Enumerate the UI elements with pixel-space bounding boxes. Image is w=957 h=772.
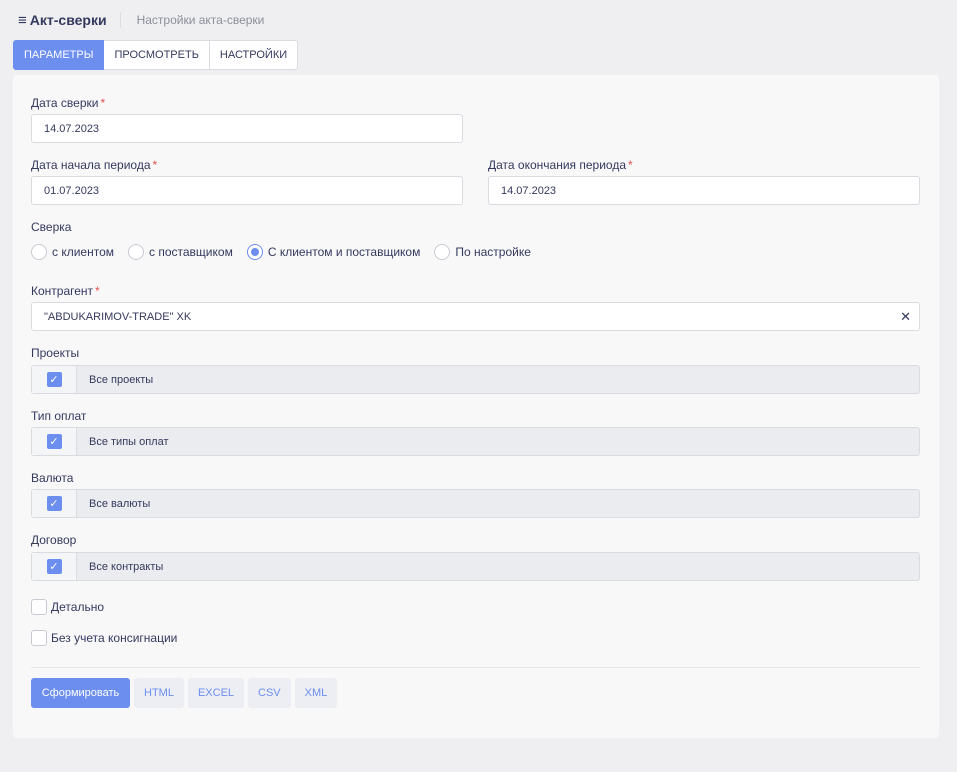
counterparty-select[interactable]: "ABDUKARIMOV-TRADE" XK ✕ [31,302,920,331]
detailed-label: Детально [51,600,104,614]
currency-text: Все валюты [89,497,151,510]
radio-circle-selected [246,244,263,260]
contract-label: Договор [31,533,77,547]
radio-label: с клиентом [52,245,115,259]
payment-types-checkbox[interactable]: ✓ [32,428,77,455]
page-header: ≡ Акт-сверки Настройки акта-сверки [18,10,264,30]
form-divider [31,667,920,668]
period-start-label: Дата начала периода * [31,158,157,172]
tab-bar: ПАРАМЕТРЫ ПРОСМОТРЕТЬ НАСТРОЙКИ [13,40,299,70]
xml-button[interactable]: XML [294,678,338,708]
reconcile-date-value: 14.07.2023 [44,122,100,135]
csv-button[interactable]: CSV [248,678,291,708]
period-end-input[interactable]: 14.07.2023 [488,176,920,205]
page-subtitle: Настройки акта-сверки [136,13,265,27]
period-start-value: 01.07.2023 [44,184,100,197]
tab-parameters[interactable]: ПАРАМЕТРЫ [13,40,105,70]
radio-circle [128,244,145,260]
period-end-label-text: Дата окончания периода [488,158,626,172]
page-title: Акт-сверки [29,12,107,28]
payment-types-label: Тип оплат [31,409,87,423]
radio-client-and-supplier[interactable]: С клиентом и поставщиком [246,244,421,260]
tab-preview[interactable]: ПРОСМОТРЕТЬ [104,40,210,70]
payment-types-text: Все типы оплат [89,435,169,448]
currency-group: ✓ Все валюты [31,489,920,518]
counterparty-label-text: Контрагент [31,284,94,298]
checkmark-icon: ✓ [46,434,62,449]
reconcile-date-label: Дата сверки * [31,96,105,110]
currency-checkbox[interactable]: ✓ [32,490,77,517]
period-start-input[interactable]: 01.07.2023 [31,176,463,205]
checkbox-box [31,599,47,615]
required-mark: * [100,96,106,110]
checkmark-icon: ✓ [46,372,62,387]
radio-circle [31,244,47,260]
reconcile-type-radio-group: с клиентом с поставщиком С клиентом и по… [31,244,545,260]
checkmark-icon: ✓ [46,496,62,511]
no-consignment-checkbox[interactable]: Без учета консигнации [31,630,177,646]
projects-group: ✓ Все проекты [31,365,920,394]
excel-button[interactable]: EXCEL [187,678,245,708]
reconcile-date-input[interactable]: 14.07.2023 [31,114,463,143]
projects-checkbox[interactable]: ✓ [32,366,77,393]
currency-label: Валюта [31,471,74,485]
required-mark: * [152,158,158,172]
contract-checkbox[interactable]: ✓ [32,553,77,580]
projects-text: Все проекты [89,373,154,386]
radio-label: По настройке [455,245,531,259]
period-end-value: 14.07.2023 [501,184,557,197]
period-end-label: Дата окончания периода * [488,158,633,172]
reconcile-type-label: Сверка [31,220,72,234]
contract-text: Все контракты [89,560,164,573]
tab-settings[interactable]: НАСТРОЙКИ [209,40,299,70]
payment-types-group: ✓ Все типы оплат [31,427,920,456]
radio-circle [434,244,451,260]
radio-with-client[interactable]: с клиентом [31,244,114,260]
hamburger-icon[interactable]: ≡ [18,13,27,28]
form-card: Дата сверки * 14.07.2023 Дата начала пери… [13,75,939,738]
projects-label: Проекты [31,346,80,360]
detailed-checkbox[interactable]: Детально [31,599,104,615]
action-buttons: Сформировать HTML EXCEL CSV XML [31,678,341,708]
header-divider [119,12,121,28]
counterparty-label: Контрагент * [31,284,100,298]
required-mark: * [628,158,633,172]
checkmark-icon: ✓ [46,559,62,574]
checkbox-box [31,630,47,646]
counterparty-value: "ABDUKARIMOV-TRADE" XK [44,310,192,323]
radio-by-settings[interactable]: По настройке [434,244,531,260]
radio-label: с поставщиком [149,245,233,259]
reconcile-date-label-text: Дата сверки [31,96,99,110]
no-consignment-label: Без учета консигнации [51,631,178,645]
close-icon[interactable]: ✕ [900,309,911,325]
html-button[interactable]: HTML [134,678,184,708]
period-start-label-text: Дата начала периода [31,158,151,172]
contract-group: ✓ Все контракты [31,552,920,581]
required-mark: * [95,284,100,298]
radio-label: С клиентом и поставщиком [267,245,421,259]
generate-button[interactable]: Сформировать [31,678,130,708]
radio-with-supplier[interactable]: с поставщиком [128,244,233,260]
